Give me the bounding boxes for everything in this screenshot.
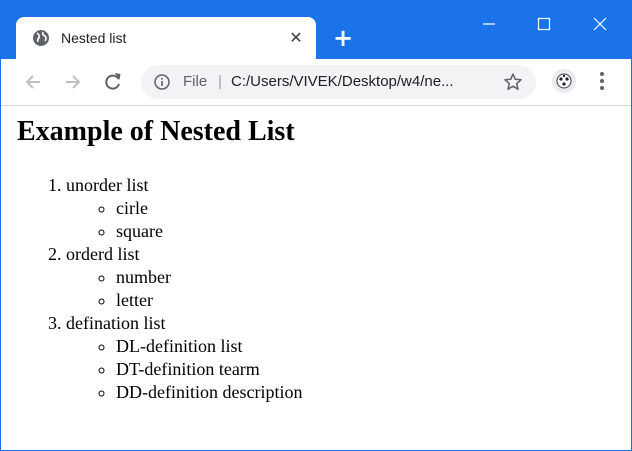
list-item-label: defination list — [66, 313, 166, 333]
tab-nested-list[interactable]: Nested list ✕ — [16, 17, 316, 59]
profile-icon[interactable] — [552, 69, 576, 93]
tab-title: Nested list — [61, 30, 127, 46]
page-heading: Example of Nested List — [17, 116, 295, 147]
menu-icon[interactable] — [599, 71, 605, 96]
address-scheme-label: File — [183, 73, 208, 90]
sub-list: number letter — [66, 266, 302, 312]
close-icon[interactable]: ✕ — [286, 28, 306, 48]
minimize-icon[interactable] — [467, 9, 513, 39]
sub-list: cirle square — [66, 197, 302, 243]
browser-window: Nested list ✕ + File | C:/Users/VIVEK/De… — [0, 0, 632, 451]
window-close-icon[interactable] — [578, 9, 624, 39]
reload-icon[interactable] — [103, 72, 123, 92]
ordered-list: unorder list cirle square orderd list nu… — [1, 174, 302, 404]
back-icon[interactable] — [23, 72, 43, 92]
url-text[interactable]: C:/Users/VIVEK/Desktop/w4/ne... — [231, 73, 454, 90]
list-item: unorder list cirle square — [66, 174, 302, 243]
sub-list-item: DD-definition description — [116, 381, 302, 404]
page-content: Example of Nested List unorder list cirl… — [1, 106, 631, 450]
address-bar[interactable]: File | C:/Users/VIVEK/Desktop/w4/ne... — [141, 65, 536, 99]
new-tab-icon[interactable]: + — [331, 26, 355, 51]
sub-list-item: DL-definition list — [116, 335, 302, 358]
nested-list: unorder list cirle square orderd list nu… — [1, 174, 302, 404]
address-separator: | — [218, 73, 222, 90]
sub-list: DL-definition list DT-definition tearm D… — [66, 335, 302, 404]
tab-strip: Nested list ✕ + — [1, 1, 631, 59]
sub-list-item: letter — [116, 289, 302, 312]
list-item: defination list DL-definition list DT-de… — [66, 312, 302, 404]
sub-list-item: square — [116, 220, 302, 243]
globe-icon — [32, 29, 50, 47]
sub-list-item: DT-definition tearm — [116, 358, 302, 381]
sub-list-item: cirle — [116, 197, 302, 220]
list-item-label: orderd list — [66, 244, 140, 264]
info-icon[interactable] — [154, 74, 170, 95]
list-item-label: unorder list — [66, 175, 149, 195]
toolbar: File | C:/Users/VIVEK/Desktop/w4/ne... — [1, 59, 631, 106]
sub-list-item: number — [116, 266, 302, 289]
star-icon[interactable] — [503, 72, 523, 97]
forward-icon[interactable] — [63, 72, 83, 92]
maximize-icon[interactable] — [522, 9, 568, 39]
list-item: orderd list number letter — [66, 243, 302, 312]
